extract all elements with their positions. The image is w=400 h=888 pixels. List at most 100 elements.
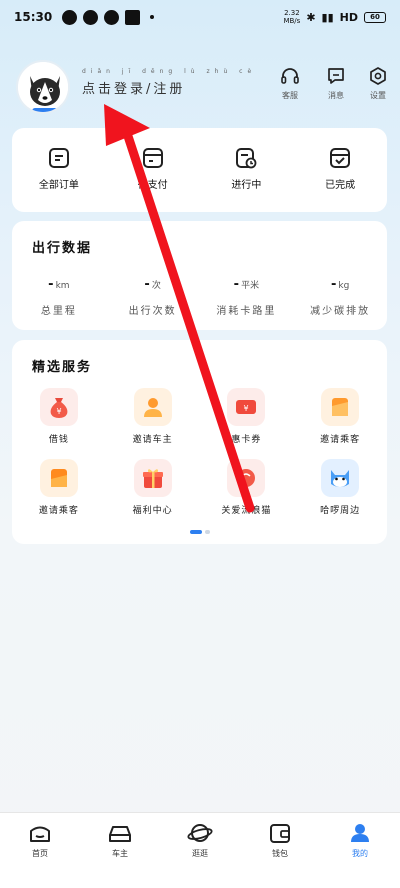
carbon-reduction-unit: kg xyxy=(338,281,350,291)
husky-avatar-icon xyxy=(18,62,68,112)
customer-service-label: 客服 xyxy=(282,91,298,100)
completed-label: 已完成 xyxy=(325,180,356,191)
bluetooth-icon: ✱ xyxy=(306,10,316,24)
tab-profile-label: 我的 xyxy=(352,849,368,858)
in-progress-button[interactable]: 进行中 xyxy=(200,128,294,212)
travel-stats-title: 出行数据 xyxy=(32,241,93,256)
profile-icon xyxy=(351,824,369,842)
network-speed: 2.32 MB/s xyxy=(283,9,301,25)
mail-app-icon xyxy=(125,9,141,25)
pending-payment-label: 待支付 xyxy=(137,180,168,191)
tab-profile[interactable]: 我的 xyxy=(320,813,400,888)
car-icon xyxy=(109,826,131,842)
settings-label: 设置 xyxy=(370,91,386,100)
pending-payment-button[interactable]: 待支付 xyxy=(106,128,200,212)
settings-icon xyxy=(370,67,386,85)
all-orders-icon xyxy=(48,148,69,168)
total-mileage-value: - xyxy=(48,277,54,292)
app-notification-icon xyxy=(83,9,99,25)
travel-stats-card: 出行数据 - km 总里程 -次 出行次数 - 平米 消耗卡路里 - kg 减少碳排放 xyxy=(12,221,387,330)
tab-driver-label: 车主 xyxy=(112,849,128,858)
service-invite-passenger[interactable]: 邀请乘客 xyxy=(293,388,387,445)
service-stray-cat-care[interactable]: 关爱流浪猫 xyxy=(200,459,294,516)
battery-icon: 60 xyxy=(364,11,386,23)
check-app-icon xyxy=(104,9,120,25)
total-mileage-stat[interactable]: - km 总里程 xyxy=(12,273,106,317)
signal-icon: ▮▮ xyxy=(321,10,334,24)
trip-count-value: - xyxy=(144,277,150,292)
all-orders-button[interactable]: 全部订单 xyxy=(12,128,106,212)
home-icon xyxy=(30,826,50,842)
completed-button[interactable]: 已完成 xyxy=(293,128,387,212)
message-icon xyxy=(328,68,344,84)
services-pager[interactable] xyxy=(12,530,387,534)
service-hello-merch[interactable]: 哈啰周边 xyxy=(293,459,387,516)
avatar[interactable] xyxy=(16,60,70,114)
trip-count-unit: 次 xyxy=(151,281,161,291)
headset-icon xyxy=(281,68,299,84)
more-notifications-icon xyxy=(150,15,155,19)
service-hello-merch-label: 哈啰周边 xyxy=(320,506,361,516)
bottom-tab-bar: 首页 车主 逛逛 钱包 我的 xyxy=(0,812,400,888)
service-discount-card[interactable]: ¥ 惠卡券 xyxy=(200,388,294,445)
pager-dot-active xyxy=(189,530,202,534)
chat-app-icon xyxy=(62,9,78,25)
login-pinyin: diǎn jī dēng lù zhù cè xyxy=(82,68,257,75)
pending-payment-icon xyxy=(142,148,163,168)
planet-icon xyxy=(187,824,213,842)
passenger-invite-icon xyxy=(321,388,360,426)
orders-card: 全部订单 待支付 进行中 已完成 xyxy=(12,128,387,212)
carbon-reduction-label: 减少碳排放 xyxy=(310,306,371,317)
completed-icon xyxy=(330,148,351,168)
service-welfare-center[interactable]: 福利中心 xyxy=(106,459,200,516)
tab-home[interactable]: 首页 xyxy=(0,813,80,888)
messages-button[interactable]: 消息 xyxy=(318,66,354,101)
service-borrow-money-label: 借钱 xyxy=(48,435,69,445)
pager-dot xyxy=(204,530,210,534)
service-invite-driver-label: 邀请车主 xyxy=(132,435,173,445)
carbon-reduction-stat[interactable]: - kg 减少碳排放 xyxy=(293,273,387,317)
cat-care-icon xyxy=(227,459,266,497)
coupon-icon: ¥ xyxy=(227,388,266,426)
settings-button[interactable]: 设置 xyxy=(360,66,396,101)
service-invite-passenger-label: 邀请乘客 xyxy=(320,435,361,445)
status-bar: 15:30 2.32 MB/s ✱ ▮▮ HD 60 xyxy=(0,0,400,34)
service-stray-cat-care-label: 关爱流浪猫 xyxy=(221,506,272,516)
trip-count-label: 出行次数 xyxy=(128,306,177,317)
passenger-card-icon xyxy=(39,459,78,497)
calories-unit: 平米 xyxy=(241,281,260,291)
featured-services-title: 精选服务 xyxy=(32,360,93,375)
service-invite-driver[interactable]: 邀请车主 xyxy=(106,388,200,445)
total-mileage-label: 总里程 xyxy=(40,306,77,317)
tab-explore[interactable]: 逛逛 xyxy=(160,813,240,888)
service-welfare-center-label: 福利中心 xyxy=(132,506,173,516)
status-time: 15:30 xyxy=(14,10,53,24)
svg-text:¥: ¥ xyxy=(244,404,249,413)
calories-stat[interactable]: - 平米 消耗卡路里 xyxy=(200,273,294,317)
login-register-link[interactable]: 点击登录/注册 xyxy=(82,78,185,97)
mascot-icon xyxy=(321,459,360,497)
total-mileage-unit: km xyxy=(55,281,70,291)
trip-count-stat[interactable]: -次 出行次数 xyxy=(106,273,200,317)
service-discount-card-label: 惠卡券 xyxy=(231,435,262,445)
svg-text:¥: ¥ xyxy=(56,407,61,416)
carbon-reduction-value: - xyxy=(330,277,337,292)
messages-label: 消息 xyxy=(328,91,344,100)
network-type: HD xyxy=(339,10,358,24)
calories-value: - xyxy=(233,277,240,292)
service-invite-passenger-2[interactable]: 邀请乘客 xyxy=(12,459,106,516)
customer-service-button[interactable]: 客服 xyxy=(272,66,308,101)
wallet-icon xyxy=(270,824,290,843)
featured-services-card: 精选服务 ¥ 借钱 邀请车主 ¥ 惠卡券 邀请乘客 邀请乘客 福利中心 关爱流浪… xyxy=(12,340,387,544)
tab-wallet-label: 钱包 xyxy=(272,849,288,858)
in-progress-label: 进行中 xyxy=(231,180,262,191)
tab-driver[interactable]: 车主 xyxy=(80,813,160,888)
gift-icon xyxy=(133,459,172,497)
tab-home-label: 首页 xyxy=(32,849,48,858)
all-orders-label: 全部订单 xyxy=(38,180,79,191)
driver-invite-icon xyxy=(133,388,172,426)
tab-explore-label: 逛逛 xyxy=(192,849,208,858)
tab-wallet[interactable]: 钱包 xyxy=(240,813,320,888)
service-borrow-money[interactable]: ¥ 借钱 xyxy=(12,388,106,445)
calories-label: 消耗卡路里 xyxy=(216,306,277,317)
